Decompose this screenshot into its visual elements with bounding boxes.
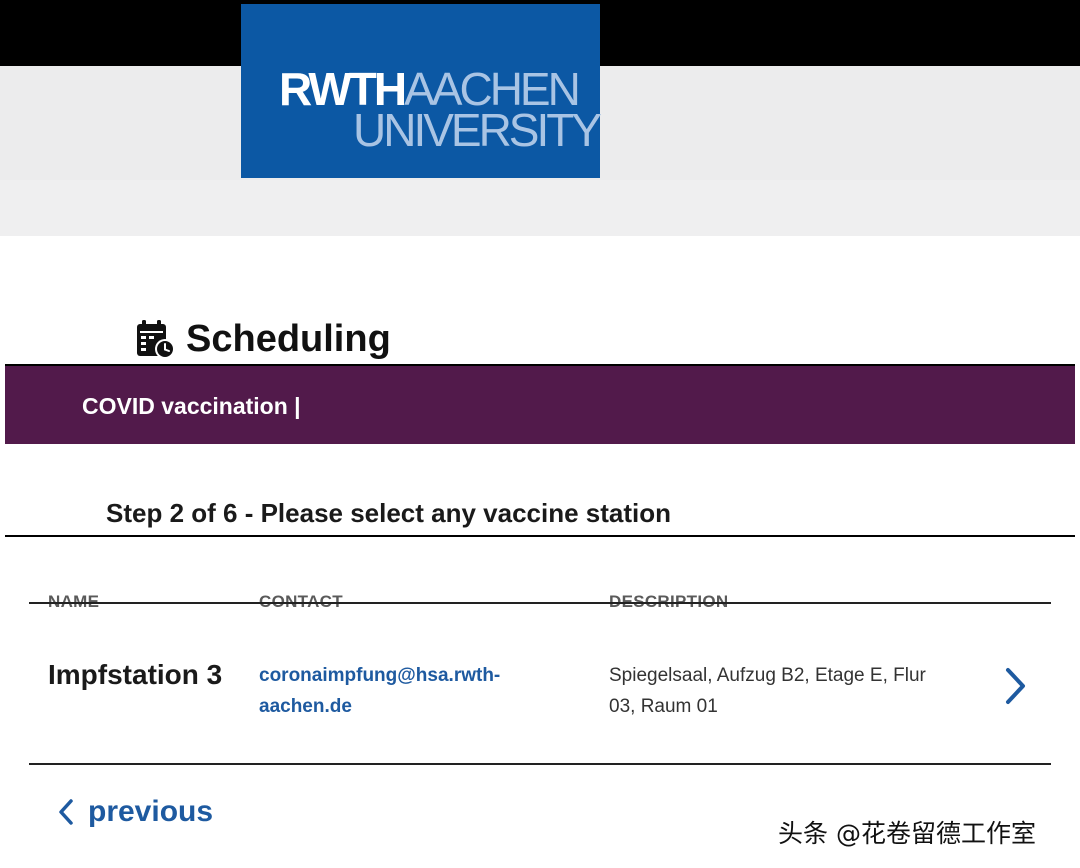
station-description: Spiegelsaal, Aufzug B2, Etage E, Flur 03… — [609, 665, 926, 717]
chevron-right-icon[interactable] — [999, 664, 1031, 708]
service-banner: COVID vaccination | — [5, 366, 1075, 444]
table-row-divider — [29, 763, 1051, 765]
step-divider — [5, 535, 1075, 537]
logo-text-university: UNIVERSITY — [353, 104, 602, 156]
station-name: Impfstation 3 — [48, 659, 223, 690]
calendar-clock-icon — [137, 320, 175, 359]
table-row[interactable]: Impfstation 3 coronaimpfung@hsa.rwth-aac… — [29, 640, 1051, 760]
chevron-left-icon — [59, 799, 73, 825]
watermark: 头条 @花卷留德工作室 — [778, 819, 1036, 848]
table-header-rule — [29, 602, 1051, 604]
page-title-text: Scheduling — [186, 317, 391, 360]
station-contact-link[interactable]: coronaimpfung@hsa.rwth-aachen.de — [259, 660, 529, 722]
banner-text: COVID vaccination | — [82, 393, 301, 419]
step-title: Step 2 of 6 - Please select any vaccine … — [106, 498, 672, 528]
university-logo[interactable]: RWTHAACHEN UNIVERSITY — [241, 4, 602, 178]
page-title: Scheduling — [134, 316, 391, 362]
previous-button[interactable]: previous — [56, 790, 213, 834]
previous-label: previous — [88, 795, 214, 828]
header-grey-strip — [0, 180, 1080, 236]
